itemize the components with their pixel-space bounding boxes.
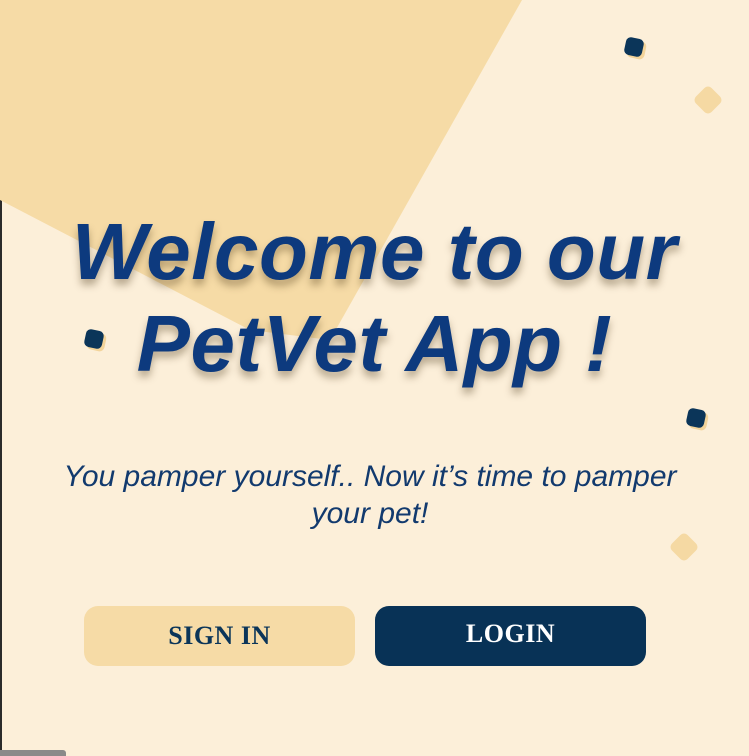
bottom-tab <box>0 750 66 756</box>
welcome-subtitle: You pamper yourself.. Now it’s time to p… <box>63 460 677 530</box>
login-button[interactable]: LOGIN <box>375 606 646 666</box>
sign-in-label: SIGN IN <box>168 621 271 650</box>
welcome-title: Welcome to our PetVet App ! <box>0 206 749 390</box>
sign-in-button[interactable]: SIGN IN <box>84 606 355 666</box>
login-label: LOGIN <box>465 619 556 648</box>
welcome-title-line2: PetVet App ! <box>136 299 613 388</box>
welcome-title-line1: Welcome to our <box>71 207 678 296</box>
